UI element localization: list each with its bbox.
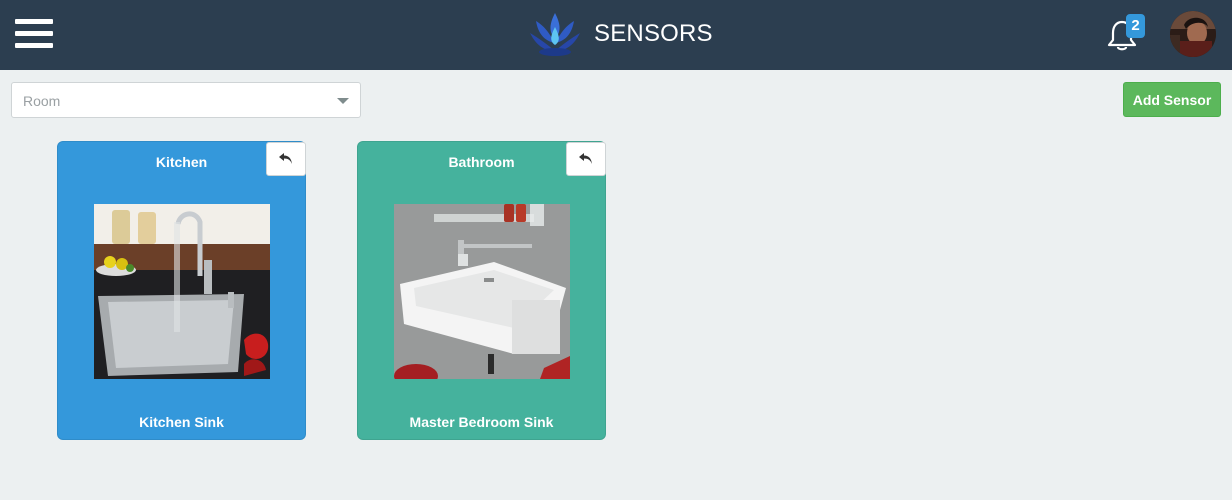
card-sensor-name: Kitchen Sink bbox=[139, 414, 224, 430]
undo-button[interactable] bbox=[266, 142, 306, 176]
brand: SENSORS bbox=[528, 11, 713, 57]
avatar[interactable] bbox=[1170, 11, 1216, 57]
undo-button[interactable] bbox=[566, 142, 606, 176]
add-sensor-button[interactable]: Add Sensor bbox=[1123, 82, 1221, 117]
undo-arrow-icon bbox=[279, 153, 292, 164]
top-navbar: SENSORS 2 bbox=[0, 0, 1232, 70]
room-select[interactable]: Room bbox=[11, 82, 361, 118]
room-select-placeholder: Room bbox=[23, 93, 61, 109]
chevron-down-icon bbox=[337, 98, 349, 104]
page-title: SENSORS bbox=[594, 20, 713, 47]
kitchen-sink-photo bbox=[94, 204, 270, 379]
water-drop-lotus-logo bbox=[530, 13, 580, 56]
sensor-card-kitchen[interactable]: Kitchen Kitchen Sink bbox=[57, 141, 306, 440]
user-photo bbox=[1170, 11, 1216, 57]
sensor-card-bathroom[interactable]: Bathroom Master Bedroom Sink bbox=[357, 141, 606, 440]
bathroom-sink-photo bbox=[394, 204, 570, 379]
hamburger-menu-icon[interactable] bbox=[15, 17, 53, 51]
notification-badge: 2 bbox=[1126, 14, 1145, 38]
card-sensor-name: Master Bedroom Sink bbox=[409, 414, 554, 430]
undo-arrow-icon bbox=[579, 153, 592, 164]
